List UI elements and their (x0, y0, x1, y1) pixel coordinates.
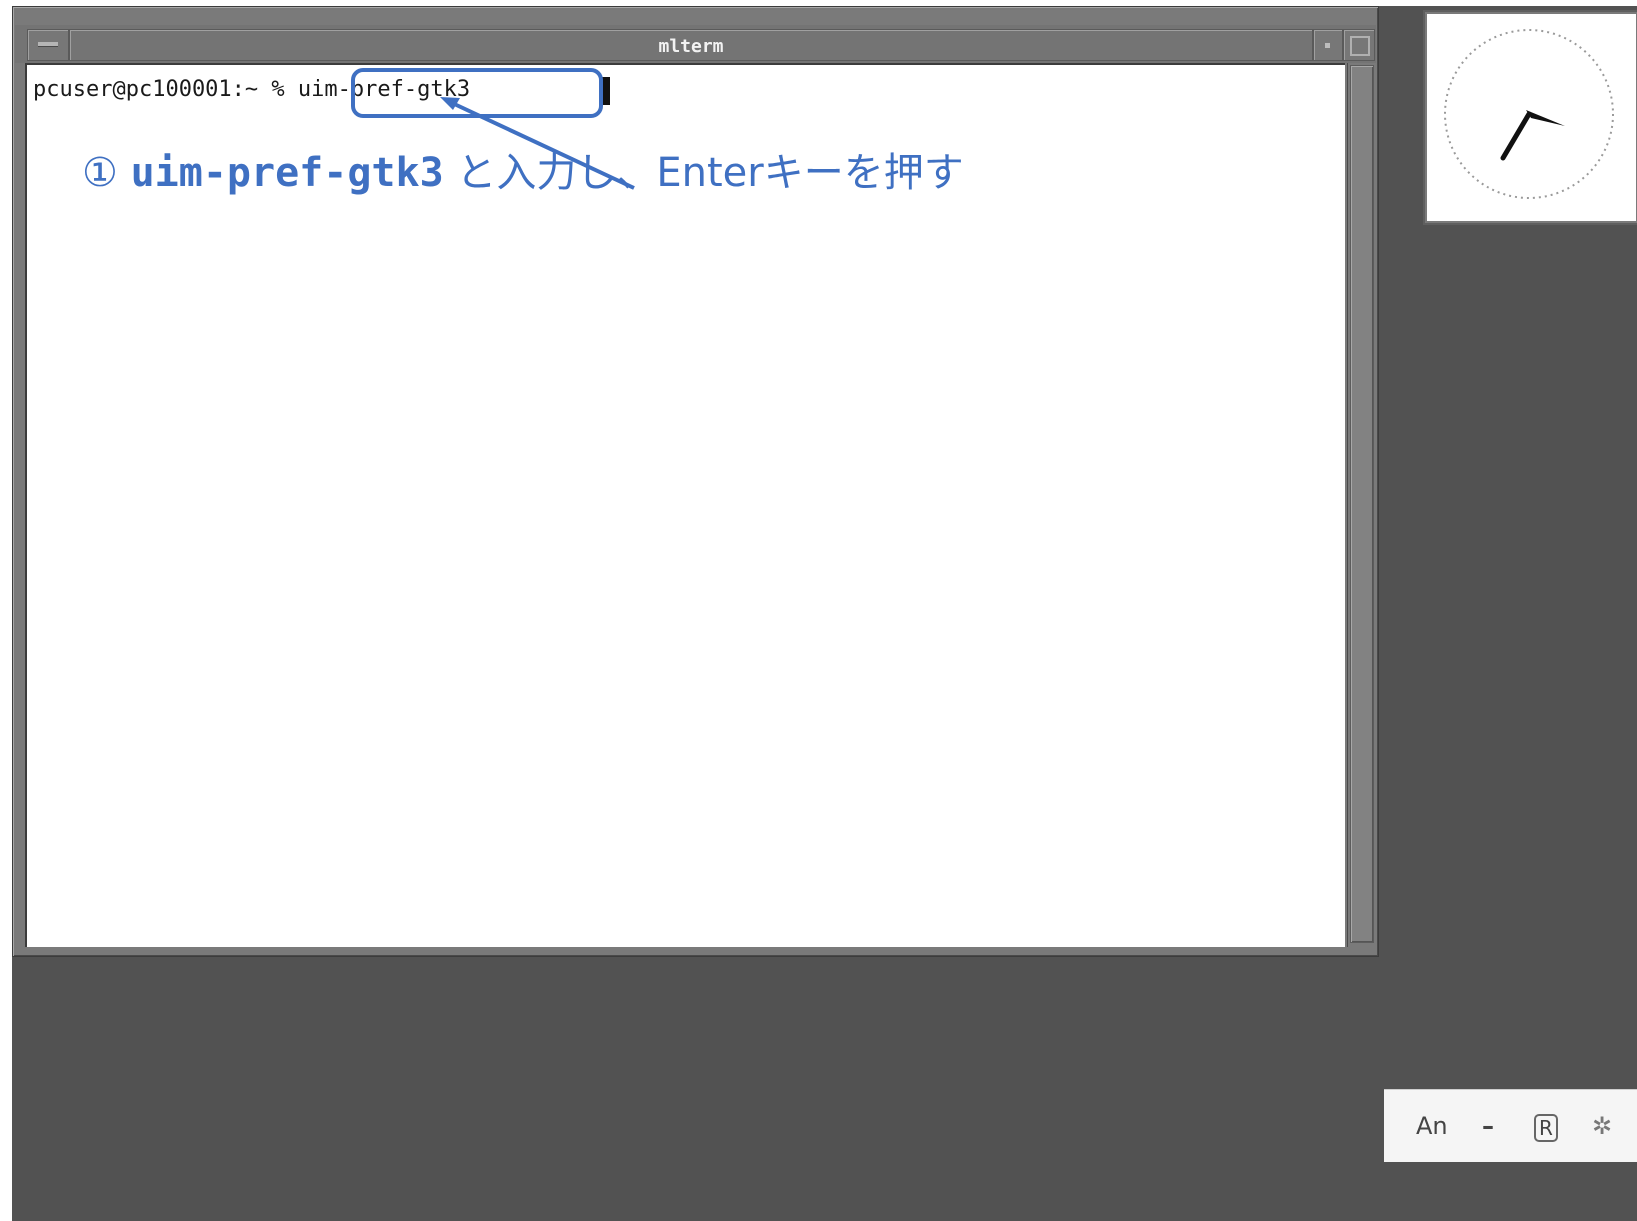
clock-hour-hand (1500, 111, 1532, 161)
instruction-annotation: ① uim-pref-gtk3 と入力し、Enterキーを押す (82, 140, 964, 198)
clock-face-icon (1444, 29, 1614, 199)
clock-widget (1425, 12, 1637, 223)
uim-toolbar-gear-icon[interactable]: ✲ (1592, 1112, 1612, 1140)
annotation-text: と入力し、Enterキーを押す (456, 150, 964, 196)
uim-toolbar-dash-icon[interactable]: – (1482, 1112, 1494, 1140)
uim-toolbar[interactable]: An – R ✲ (1384, 1089, 1637, 1162)
input-mode-button[interactable]: An (1416, 1112, 1448, 1140)
step-number: ① (82, 150, 118, 196)
annotation-command: uim-pref-gtk3 (130, 150, 444, 196)
uim-toolbar-r-icon[interactable]: R (1534, 1114, 1558, 1142)
clock-minute-hand (1526, 110, 1565, 126)
